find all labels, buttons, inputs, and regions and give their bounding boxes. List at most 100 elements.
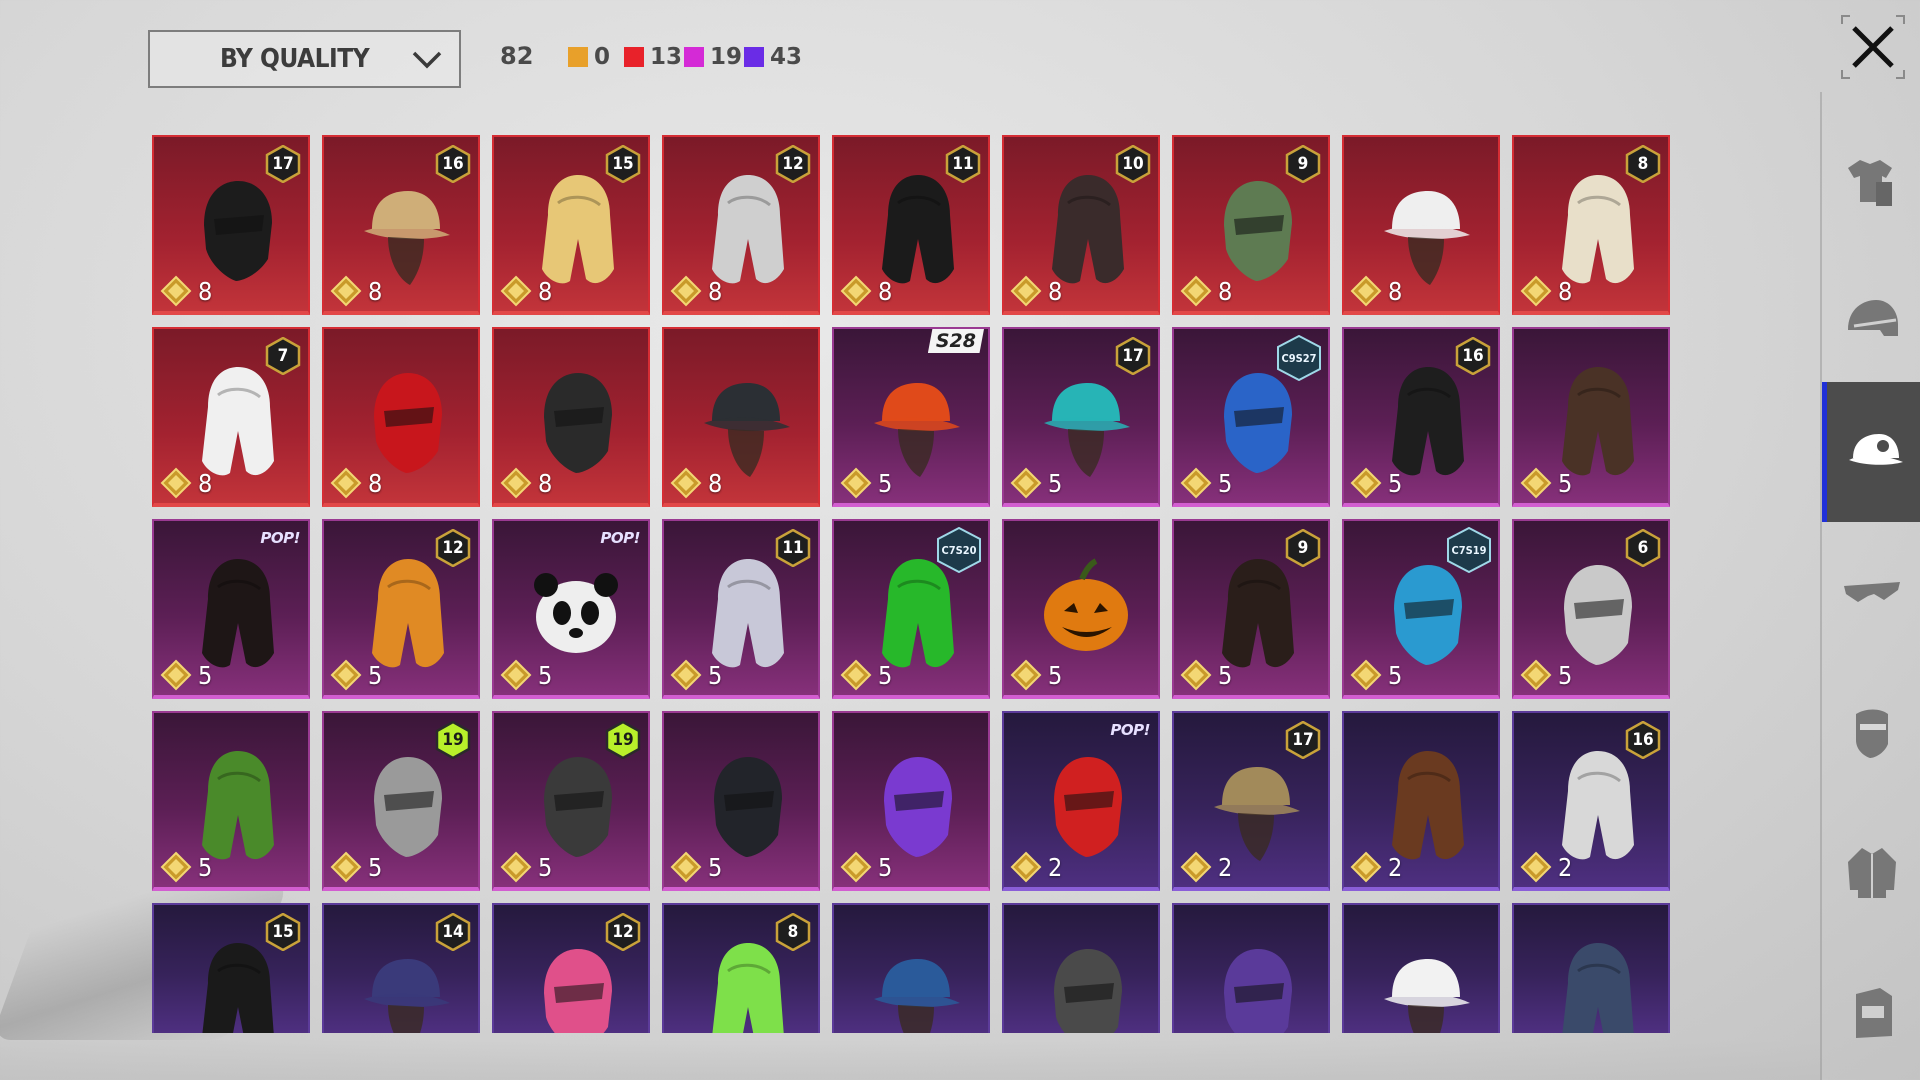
panda-head-icon bbox=[528, 543, 624, 673]
item-card[interactable]: POP! 5 bbox=[492, 519, 650, 699]
navy-beanie-icon bbox=[1548, 927, 1644, 1033]
coin-icon bbox=[1350, 659, 1382, 691]
item-price: 5 bbox=[1180, 659, 1232, 691]
white-sun-hat-icon bbox=[1378, 927, 1474, 1033]
feather-warbonnet-icon bbox=[188, 735, 284, 865]
item-card[interactable]: 2 bbox=[1342, 711, 1500, 891]
price-value: 5 bbox=[1388, 660, 1403, 690]
coin-icon bbox=[500, 851, 532, 883]
total-item-count: 82 bbox=[500, 42, 534, 70]
close-button[interactable] bbox=[1838, 12, 1908, 82]
item-card[interactable]: 8 bbox=[1342, 135, 1500, 315]
item-card[interactable]: C7S19 5 bbox=[1342, 519, 1500, 699]
blue-baseball-cap-icon bbox=[868, 927, 964, 1033]
season-code: C7S19 bbox=[1451, 543, 1487, 557]
item-price: 5 bbox=[1350, 467, 1402, 499]
close-icon bbox=[1841, 15, 1905, 79]
price-value: 5 bbox=[708, 852, 723, 882]
tab-glasses[interactable] bbox=[1822, 522, 1920, 662]
item-card[interactable]: 16 5 bbox=[1342, 327, 1500, 507]
item-card[interactable]: 5 bbox=[662, 711, 820, 891]
item-card[interactable]: 11 5 bbox=[662, 519, 820, 699]
item-card[interactable]: 6 5 bbox=[1512, 519, 1670, 699]
tab-jacket[interactable] bbox=[1822, 802, 1920, 942]
item-card[interactable]: 8 bbox=[492, 327, 650, 507]
item-card[interactable]: 11 8 bbox=[832, 135, 990, 315]
item-card[interactable]: 9 5 bbox=[1172, 519, 1330, 699]
price-value: 5 bbox=[878, 852, 893, 882]
item-card[interactable]: 16 8 bbox=[322, 135, 480, 315]
item-card[interactable]: 17 8 bbox=[152, 135, 310, 315]
backpack-icon bbox=[1856, 988, 1892, 1038]
purple-tech-mask-icon bbox=[868, 735, 964, 865]
item-card[interactable] bbox=[1172, 903, 1330, 1033]
price-value: 5 bbox=[1558, 468, 1573, 498]
price-value: 8 bbox=[1218, 276, 1233, 306]
coin-icon bbox=[1180, 851, 1212, 883]
price-value: 8 bbox=[708, 276, 723, 306]
item-card[interactable]: 16 2 bbox=[1512, 711, 1670, 891]
item-card[interactable]: 8 bbox=[322, 327, 480, 507]
level-badge: 9 bbox=[1285, 145, 1321, 183]
coin-icon bbox=[1010, 659, 1042, 691]
item-card[interactable]: 8 8 bbox=[1512, 135, 1670, 315]
item-card[interactable]: 10 8 bbox=[1002, 135, 1160, 315]
item-card[interactable]: 19 5 bbox=[322, 711, 480, 891]
coin-icon bbox=[1180, 467, 1212, 499]
item-card[interactable]: 12 bbox=[492, 903, 650, 1033]
item-card[interactable]: 8 bbox=[662, 327, 820, 507]
level-badge: 19 bbox=[435, 721, 471, 759]
season-code-badge: C7S20 bbox=[936, 527, 982, 573]
item-card[interactable]: 17 5 bbox=[1002, 327, 1160, 507]
price-value: 2 bbox=[1048, 852, 1063, 882]
level-badge: 11 bbox=[945, 145, 981, 183]
item-card[interactable]: POP! 2 bbox=[1002, 711, 1160, 891]
item-card[interactable]: 5 bbox=[832, 711, 990, 891]
price-value: 5 bbox=[538, 660, 553, 690]
item-price: 8 bbox=[1010, 275, 1062, 307]
item-card[interactable]: S28 5 bbox=[832, 327, 990, 507]
filter-label: BY QUALITY bbox=[220, 44, 370, 74]
tab-backpack[interactable] bbox=[1822, 942, 1920, 1080]
item-price: 5 bbox=[1010, 659, 1062, 691]
item-card[interactable]: 15 8 bbox=[492, 135, 650, 315]
tab-helmet[interactable] bbox=[1822, 252, 1920, 392]
white-cowboy-hat-icon bbox=[1378, 159, 1474, 289]
coin-icon bbox=[330, 659, 362, 691]
item-card[interactable]: 12 8 bbox=[662, 135, 820, 315]
price-value: 5 bbox=[368, 852, 383, 882]
item-card[interactable] bbox=[1512, 903, 1670, 1033]
item-card[interactable] bbox=[1342, 903, 1500, 1033]
tab-mask[interactable] bbox=[1822, 662, 1920, 802]
tab-hat[interactable] bbox=[1822, 382, 1920, 522]
quality-swatch bbox=[684, 47, 704, 67]
item-card[interactable]: 7 8 bbox=[152, 327, 310, 507]
price-value: 8 bbox=[538, 468, 553, 498]
item-card[interactable]: POP! 5 bbox=[152, 519, 310, 699]
item-card[interactable]: 15 bbox=[152, 903, 310, 1033]
level-value: 7 bbox=[277, 346, 289, 366]
item-card[interactable]: 19 5 bbox=[492, 711, 650, 891]
item-card[interactable]: 5 bbox=[1002, 519, 1160, 699]
item-card[interactable] bbox=[1002, 903, 1160, 1033]
price-value: 5 bbox=[1388, 468, 1403, 498]
level-value: 12 bbox=[442, 538, 464, 558]
dark-pigtails-icon bbox=[188, 543, 284, 673]
item-card[interactable]: 9 8 bbox=[1172, 135, 1330, 315]
tab-outfit[interactable] bbox=[1822, 112, 1920, 252]
item-price: 2 bbox=[1350, 851, 1402, 883]
chevron-down-icon bbox=[412, 51, 442, 69]
quality-swatch bbox=[568, 47, 588, 67]
item-card[interactable] bbox=[832, 903, 990, 1033]
item-card[interactable]: 12 5 bbox=[322, 519, 480, 699]
item-card[interactable]: 14 bbox=[322, 903, 480, 1033]
item-card[interactable]: 5 bbox=[1512, 327, 1670, 507]
item-card[interactable]: 8 bbox=[662, 903, 820, 1033]
level-badge: 8 bbox=[1625, 145, 1661, 183]
quality-filter-dropdown[interactable]: BY QUALITY bbox=[148, 30, 461, 88]
coin-icon bbox=[670, 659, 702, 691]
item-card[interactable]: 5 bbox=[152, 711, 310, 891]
item-card[interactable]: 17 2 bbox=[1172, 711, 1330, 891]
item-card[interactable]: C9S27 5 bbox=[1172, 327, 1330, 507]
item-card[interactable]: C7S20 5 bbox=[832, 519, 990, 699]
